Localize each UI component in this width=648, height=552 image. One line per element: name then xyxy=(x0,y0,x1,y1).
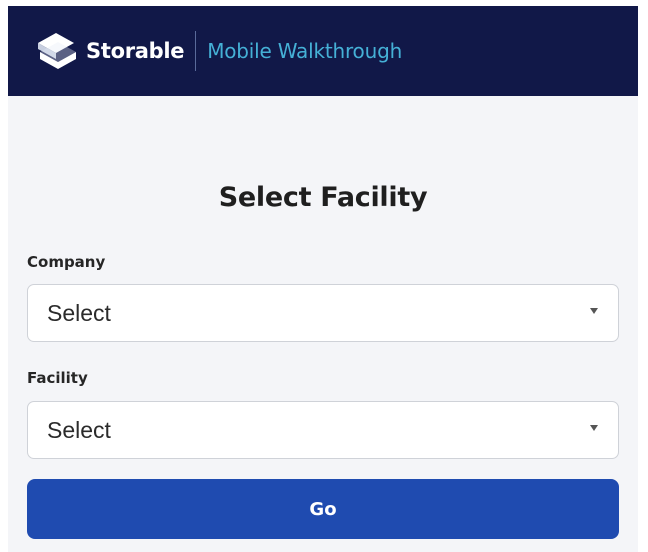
main-content: Select Facility Company Select Facility … xyxy=(8,96,638,552)
header-subtitle: Mobile Walkthrough xyxy=(207,39,403,63)
company-select-value: Select xyxy=(47,300,111,326)
app-header: Storable Mobile Walkthrough xyxy=(8,6,638,96)
company-select[interactable]: Select xyxy=(27,284,619,342)
caret-down-icon xyxy=(590,425,598,431)
facility-label: Facility xyxy=(27,369,88,387)
app-window: Storable Mobile Walkthrough Select Facil… xyxy=(0,0,648,552)
storable-logo-icon xyxy=(34,28,80,74)
page-title: Select Facility xyxy=(218,182,428,213)
caret-down-icon xyxy=(590,308,598,314)
brand-name: Storable xyxy=(86,39,185,63)
facility-select[interactable]: Select xyxy=(27,401,619,459)
company-label: Company xyxy=(27,253,106,271)
header-divider xyxy=(195,31,197,71)
facility-select-value: Select xyxy=(47,417,111,443)
go-button[interactable]: Go xyxy=(27,479,619,539)
